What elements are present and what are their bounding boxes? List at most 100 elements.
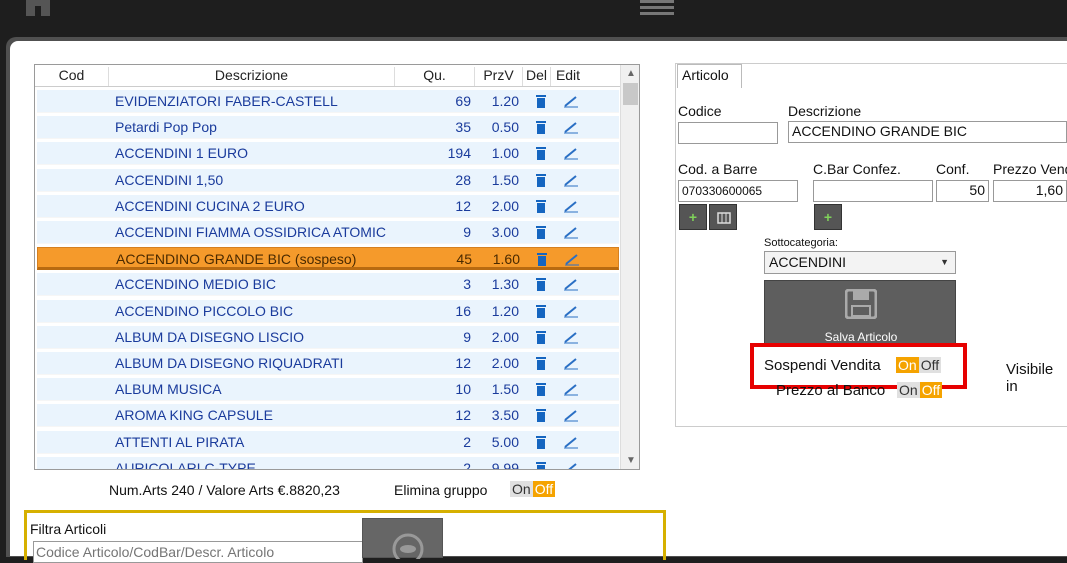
delete-icon[interactable] [535, 94, 547, 108]
table-row[interactable]: ACCENDINO GRANDE BIC (sospeso) 45 1.60 [37, 247, 619, 271]
row-price: 1.60 [492, 251, 520, 268]
delete-icon[interactable] [535, 408, 547, 423]
scrollbar-thumb[interactable] [623, 83, 638, 105]
row-description: ACCENDINI CUCINA 2 EURO [115, 197, 305, 214]
home-icon[interactable] [26, 0, 50, 16]
table-row[interactable]: ATTENTI AL PIRATA 2 5.00 [37, 430, 619, 454]
cod-barre-label: Cod. a Barre [678, 161, 758, 177]
row-quantity: 9 [463, 328, 471, 345]
toggle-off[interactable]: Off [919, 382, 943, 398]
delete-icon[interactable] [535, 461, 547, 469]
codice-input[interactable] [678, 122, 778, 144]
scroll-up-icon[interactable]: ▲ [626, 68, 636, 79]
toggle-on[interactable]: On [510, 481, 533, 497]
delete-icon[interactable] [535, 120, 547, 135]
scroll-down-icon[interactable]: ▼ [626, 455, 636, 466]
edit-icon[interactable] [563, 146, 579, 160]
delete-icon[interactable] [535, 356, 547, 370]
row-price: 1.50 [491, 381, 519, 398]
delete-icon[interactable] [535, 225, 547, 239]
conf-input[interactable]: 50 [936, 180, 989, 202]
toggle-on[interactable]: On [897, 382, 920, 398]
table-row[interactable]: AURICOLARI C-TYPE 2 9.99 [37, 456, 619, 469]
edit-icon[interactable] [563, 277, 579, 291]
table-row[interactable]: ALBUM DA DISEGNO LISCIO 9 2.00 [37, 325, 619, 349]
elimina-gruppo-toggle[interactable]: On Off [510, 481, 556, 497]
articles-table[interactable]: Cod Descrizione Qu. PrzV Del Edit EVIDEN… [34, 64, 640, 470]
row-description: ALBUM DA DISEGNO RIQUADRATI [115, 355, 344, 371]
prezzo-al-banco-toggle[interactable]: On Off [897, 382, 943, 398]
edit-icon[interactable] [563, 173, 579, 187]
top-bar [0, 0, 1067, 38]
header-qu[interactable]: Qu. [395, 67, 475, 86]
sottocategoria-label: Sottocategoria: [764, 237, 838, 249]
salva-articolo-button[interactable]: Salva Articolo [764, 280, 956, 344]
delete-icon[interactable] [535, 330, 547, 344]
delete-icon[interactable] [536, 252, 548, 267]
filter-search-button[interactable] [362, 518, 443, 563]
descrizione-label: Descrizione [788, 103, 862, 119]
floppy-disk-icon [845, 289, 877, 319]
add-barcode-button[interactable]: + [679, 204, 707, 230]
edit-icon[interactable] [563, 408, 579, 422]
edit-icon[interactable] [563, 120, 579, 134]
table-row[interactable]: ACCENDINI 1,50 28 1.50 [37, 168, 619, 192]
delete-icon[interactable] [535, 199, 547, 213]
row-price: 1.20 [491, 93, 519, 109]
edit-icon[interactable] [563, 225, 579, 239]
prezzo-vendita-input[interactable]: 1,60 [993, 180, 1067, 202]
cbar-confez-label: C.Bar Confez. [813, 161, 901, 177]
edit-icon[interactable] [563, 304, 579, 318]
edit-icon[interactable] [563, 94, 579, 108]
row-description: ACCENDINO MEDIO BIC [115, 276, 277, 293]
table-row[interactable]: Petardi Pop Pop 35 0.50 [37, 116, 619, 140]
table-row[interactable]: ACCENDINI CUCINA 2 EURO 12 2.00 [37, 194, 619, 218]
hamburger-menu-icon[interactable] [640, 0, 674, 16]
tab-articolo[interactable]: Articolo [677, 64, 742, 88]
row-description: ALBUM DA DISEGNO LISCIO [115, 328, 305, 345]
cod-barre-input[interactable]: 070330600065 [678, 180, 798, 202]
row-price: 3.50 [491, 407, 519, 424]
toggle-off[interactable]: Off [532, 481, 556, 497]
prezzo-al-banco-label: Prezzo al Banco [776, 382, 886, 399]
sottocategoria-select[interactable]: ACCENDINI ▼ [764, 251, 956, 274]
delete-icon[interactable] [535, 173, 547, 187]
delete-icon[interactable] [535, 304, 547, 318]
salva-articolo-label: Salva Articolo [824, 330, 898, 344]
toggle-off[interactable]: Off [918, 357, 942, 373]
conf-label: Conf. [936, 161, 970, 177]
table-row[interactable]: ALBUM MUSICA 10 1.50 [37, 378, 619, 402]
table-row[interactable]: AROMA KING CAPSULE 12 3.50 [37, 404, 619, 428]
edit-icon[interactable] [563, 435, 579, 449]
edit-icon[interactable] [563, 199, 579, 213]
edit-icon[interactable] [563, 330, 579, 344]
table-row[interactable]: EVIDENZIATORI FABER-CASTELL 69 1.20 [37, 90, 619, 113]
delete-icon[interactable] [535, 435, 547, 449]
table-row[interactable]: ACCENDINO MEDIO BIC 3 1.30 [37, 273, 619, 297]
delete-icon[interactable] [535, 382, 547, 397]
row-price: 1.00 [491, 145, 519, 162]
cbar-confez-input[interactable] [813, 180, 933, 202]
table-row[interactable]: ACCENDINO PICCOLO BIC 16 1.20 [37, 299, 619, 323]
edit-icon[interactable] [563, 356, 579, 370]
delete-icon[interactable] [535, 146, 547, 161]
toggle-on[interactable]: On [896, 357, 919, 373]
table-row[interactable]: ACCENDINI 1 EURO 194 1.00 [37, 142, 619, 166]
barcode-scan-button[interactable] [709, 204, 737, 230]
header-descrizione[interactable]: Descrizione [109, 67, 395, 86]
delete-icon[interactable] [535, 277, 547, 292]
add-cbar-confez-button[interactable]: + [814, 204, 842, 230]
filter-input[interactable] [33, 541, 363, 563]
table-row[interactable]: ACCENDINI FIAMMA OSSIDRICA ATOMIC 9 3.00 [37, 221, 619, 244]
edit-icon[interactable] [564, 252, 580, 266]
table-row[interactable]: ALBUM DA DISEGNO RIQUADRATI 12 2.00 [37, 352, 619, 375]
edit-icon[interactable] [563, 461, 579, 469]
sospendi-vendita-toggle[interactable]: On Off [896, 357, 942, 373]
descrizione-input[interactable]: ACCENDINO GRANDE BIC [788, 121, 1067, 143]
header-przv[interactable]: PrzV [475, 67, 523, 86]
plus-icon: + [688, 209, 698, 225]
table-scrollbar[interactable]: ▲ ▼ [620, 65, 639, 469]
edit-icon[interactable] [563, 382, 579, 396]
header-edit: Edit [555, 67, 581, 83]
header-cod[interactable]: Cod [35, 67, 109, 86]
